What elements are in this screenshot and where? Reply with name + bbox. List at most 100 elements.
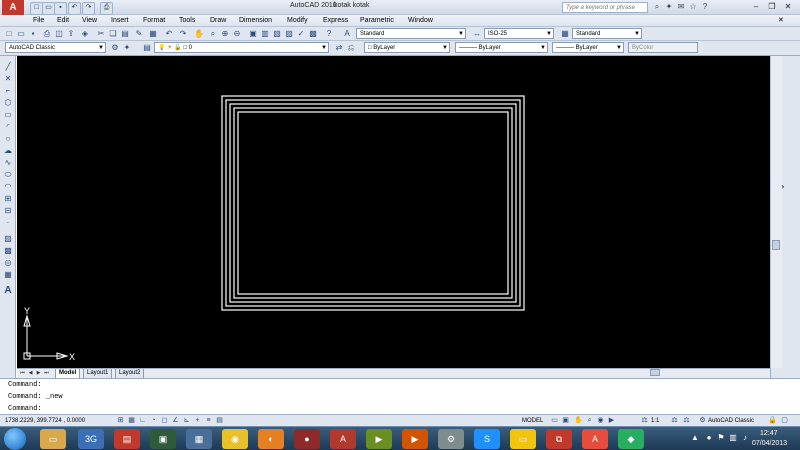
communication-icon[interactable]: ✉ xyxy=(676,2,686,12)
workspace-switch-icon[interactable]: ⚙ xyxy=(698,416,707,425)
menu-draw[interactable]: Draw xyxy=(210,16,226,26)
menu-file[interactable]: File xyxy=(33,16,44,26)
osnap-icon[interactable]: ◻ xyxy=(160,416,169,425)
block-editor-icon[interactable]: ▦ xyxy=(148,29,158,39)
properties-icon[interactable]: ▣ xyxy=(248,29,258,39)
lineweight-toggle-icon[interactable]: ≡ xyxy=(204,416,213,425)
ducs-icon[interactable]: ⊾ xyxy=(182,416,191,425)
skype-icon[interactable]: S xyxy=(474,429,500,449)
plot-icon[interactable]: ⎙ xyxy=(42,29,52,39)
chrome-icon[interactable]: ◉ xyxy=(222,429,248,449)
favorites-icon[interactable]: ☆ xyxy=(688,2,698,12)
plot-preview-icon[interactable]: ◫ xyxy=(54,29,64,39)
menu-parametric[interactable]: Parametric xyxy=(360,16,394,26)
quick-properties-icon[interactable]: ▤ xyxy=(215,416,224,425)
drawn-rectangle[interactable] xyxy=(229,103,517,303)
menu-edit[interactable]: Edit xyxy=(57,16,69,26)
publish-icon[interactable]: ⇪ xyxy=(66,29,76,39)
layer-select[interactable]: 💡 ☀ 🔓 □ 0 ▼ xyxy=(154,42,329,53)
media-icon[interactable]: ▣ xyxy=(150,429,176,449)
point-icon[interactable]: · xyxy=(3,218,13,228)
first-tab-icon[interactable]: ⏮ xyxy=(19,369,26,378)
lock-icon[interactable]: 🔒 xyxy=(768,416,777,425)
arc-icon[interactable]: ◜ xyxy=(3,122,13,132)
start-button[interactable] xyxy=(4,428,26,450)
hatch-icon[interactable]: ▨ xyxy=(3,234,13,244)
redo-icon[interactable]: ↷ xyxy=(82,2,95,15)
clock-time[interactable]: 12:47 xyxy=(760,430,778,437)
menu-view[interactable]: View xyxy=(82,16,97,26)
make-current-layer-icon[interactable]: ⇄ xyxy=(334,43,344,53)
multiline-text-icon[interactable]: A xyxy=(3,286,13,296)
new-icon[interactable]: □ xyxy=(4,29,14,39)
help-icon[interactable]: ? xyxy=(700,2,710,12)
design-center-icon[interactable]: ▥ xyxy=(260,29,270,39)
3d-dwf-icon[interactable]: ◈ xyxy=(80,29,90,39)
text-style-icon[interactable]: A xyxy=(342,29,352,39)
tray-app-icon[interactable]: ● xyxy=(704,433,714,443)
menu-tools[interactable]: Tools xyxy=(179,16,195,26)
prev-tab-icon[interactable]: ◀ xyxy=(27,369,34,378)
workspace-status-label[interactable]: AutoCAD Classic xyxy=(708,416,754,426)
volume-icon[interactable]: ♪ xyxy=(740,433,750,443)
markup-icon[interactable]: ✓ xyxy=(296,29,306,39)
linetype-select[interactable]: ——— ByLayer ▼ xyxy=(455,42,548,53)
help-icon[interactable]: ? xyxy=(324,29,334,39)
color-select[interactable]: □ ByLayer ▼ xyxy=(364,42,450,53)
menu-insert[interactable]: Insert xyxy=(111,16,129,26)
sheet-set-icon[interactable]: ▨ xyxy=(284,29,294,39)
zoom-realtime-icon[interactable]: ⌕ xyxy=(208,29,218,39)
ellipse-arc-icon[interactable]: ◠ xyxy=(3,182,13,192)
drawn-rectangle[interactable] xyxy=(221,95,525,311)
table-style-select[interactable]: Standard ▼ xyxy=(572,28,642,39)
acrobat-icon[interactable]: A xyxy=(582,429,608,449)
workspace-customize-icon[interactable]: ✦ xyxy=(122,43,132,53)
showmotion-icon[interactable]: ▶ xyxy=(607,416,616,425)
zoom-previous-icon[interactable]: ⊖ xyxy=(232,29,242,39)
plot-icon[interactable]: ⎙ xyxy=(100,2,113,15)
steering-wheel-icon[interactable]: ◉ xyxy=(596,416,605,425)
redo-icon[interactable]: ↷ xyxy=(178,29,188,39)
clean-screen-icon[interactable]: ▢ xyxy=(780,416,789,425)
table-icon[interactable]: ▦ xyxy=(3,270,13,280)
tool-palettes-icon[interactable]: ▧ xyxy=(272,29,282,39)
table-style-icon[interactable]: ▦ xyxy=(560,29,570,39)
annotation-visibility-icon[interactable]: ⚖ xyxy=(670,416,679,425)
undo-icon[interactable]: ↶ xyxy=(68,2,81,15)
zoom-window-icon[interactable]: ⊕ xyxy=(220,29,230,39)
dim-style-select[interactable]: ISO-25 ▼ xyxy=(484,28,554,39)
clock-date[interactable]: 07/04/2013 xyxy=(752,440,787,447)
explorer-icon[interactable]: ▭ xyxy=(40,429,66,449)
close-button[interactable]: ✕ xyxy=(782,2,794,13)
autocad-logo-icon[interactable]: A xyxy=(2,0,24,15)
auto-scale-icon[interactable]: ⚖ xyxy=(682,416,691,425)
green-app-icon[interactable]: ◆ xyxy=(618,429,644,449)
menu-express[interactable]: Express xyxy=(323,16,348,26)
annotation-scale-icon[interactable]: ⚖ xyxy=(640,416,649,425)
otrack-icon[interactable]: ∠ xyxy=(171,416,180,425)
quick-view-drawings-icon[interactable]: ▣ xyxy=(561,416,570,425)
undo-icon[interactable]: ↶ xyxy=(164,29,174,39)
minimize-button[interactable]: – xyxy=(750,2,762,13)
match-properties-icon[interactable]: ✎ xyxy=(134,29,144,39)
blender-icon[interactable]: ◐ xyxy=(258,429,284,449)
menu-format[interactable]: Format xyxy=(143,16,165,26)
settings-app-icon[interactable]: ⚙ xyxy=(438,429,464,449)
dyn-icon[interactable]: + xyxy=(193,416,202,425)
drawn-rectangle[interactable] xyxy=(233,107,513,299)
copy-icon[interactable]: ❏ xyxy=(108,29,118,39)
subscription-icon[interactable]: ✦ xyxy=(664,2,674,12)
ortho-icon[interactable]: ∟ xyxy=(138,416,147,425)
pdf-reader-icon[interactable]: ⧉ xyxy=(546,429,572,449)
spline-icon[interactable]: ∿ xyxy=(3,158,13,168)
tray-expand-icon[interactable]: ▲ xyxy=(690,433,700,443)
insert-block-icon[interactable]: ⊞ xyxy=(3,194,13,204)
autocad-taskbar-icon[interactable]: A xyxy=(330,429,356,449)
calculator-icon[interactable]: ▦ xyxy=(186,429,212,449)
snap-icon[interactable]: ⊞ xyxy=(116,416,125,425)
quick-view-layouts-icon[interactable]: ▭ xyxy=(550,416,559,425)
circle-icon[interactable]: ○ xyxy=(3,134,13,144)
layer-previous-icon[interactable]: ⎌ xyxy=(346,43,356,53)
recorder-icon[interactable]: ● xyxy=(294,429,320,449)
menu-modify[interactable]: Modify xyxy=(287,16,308,26)
